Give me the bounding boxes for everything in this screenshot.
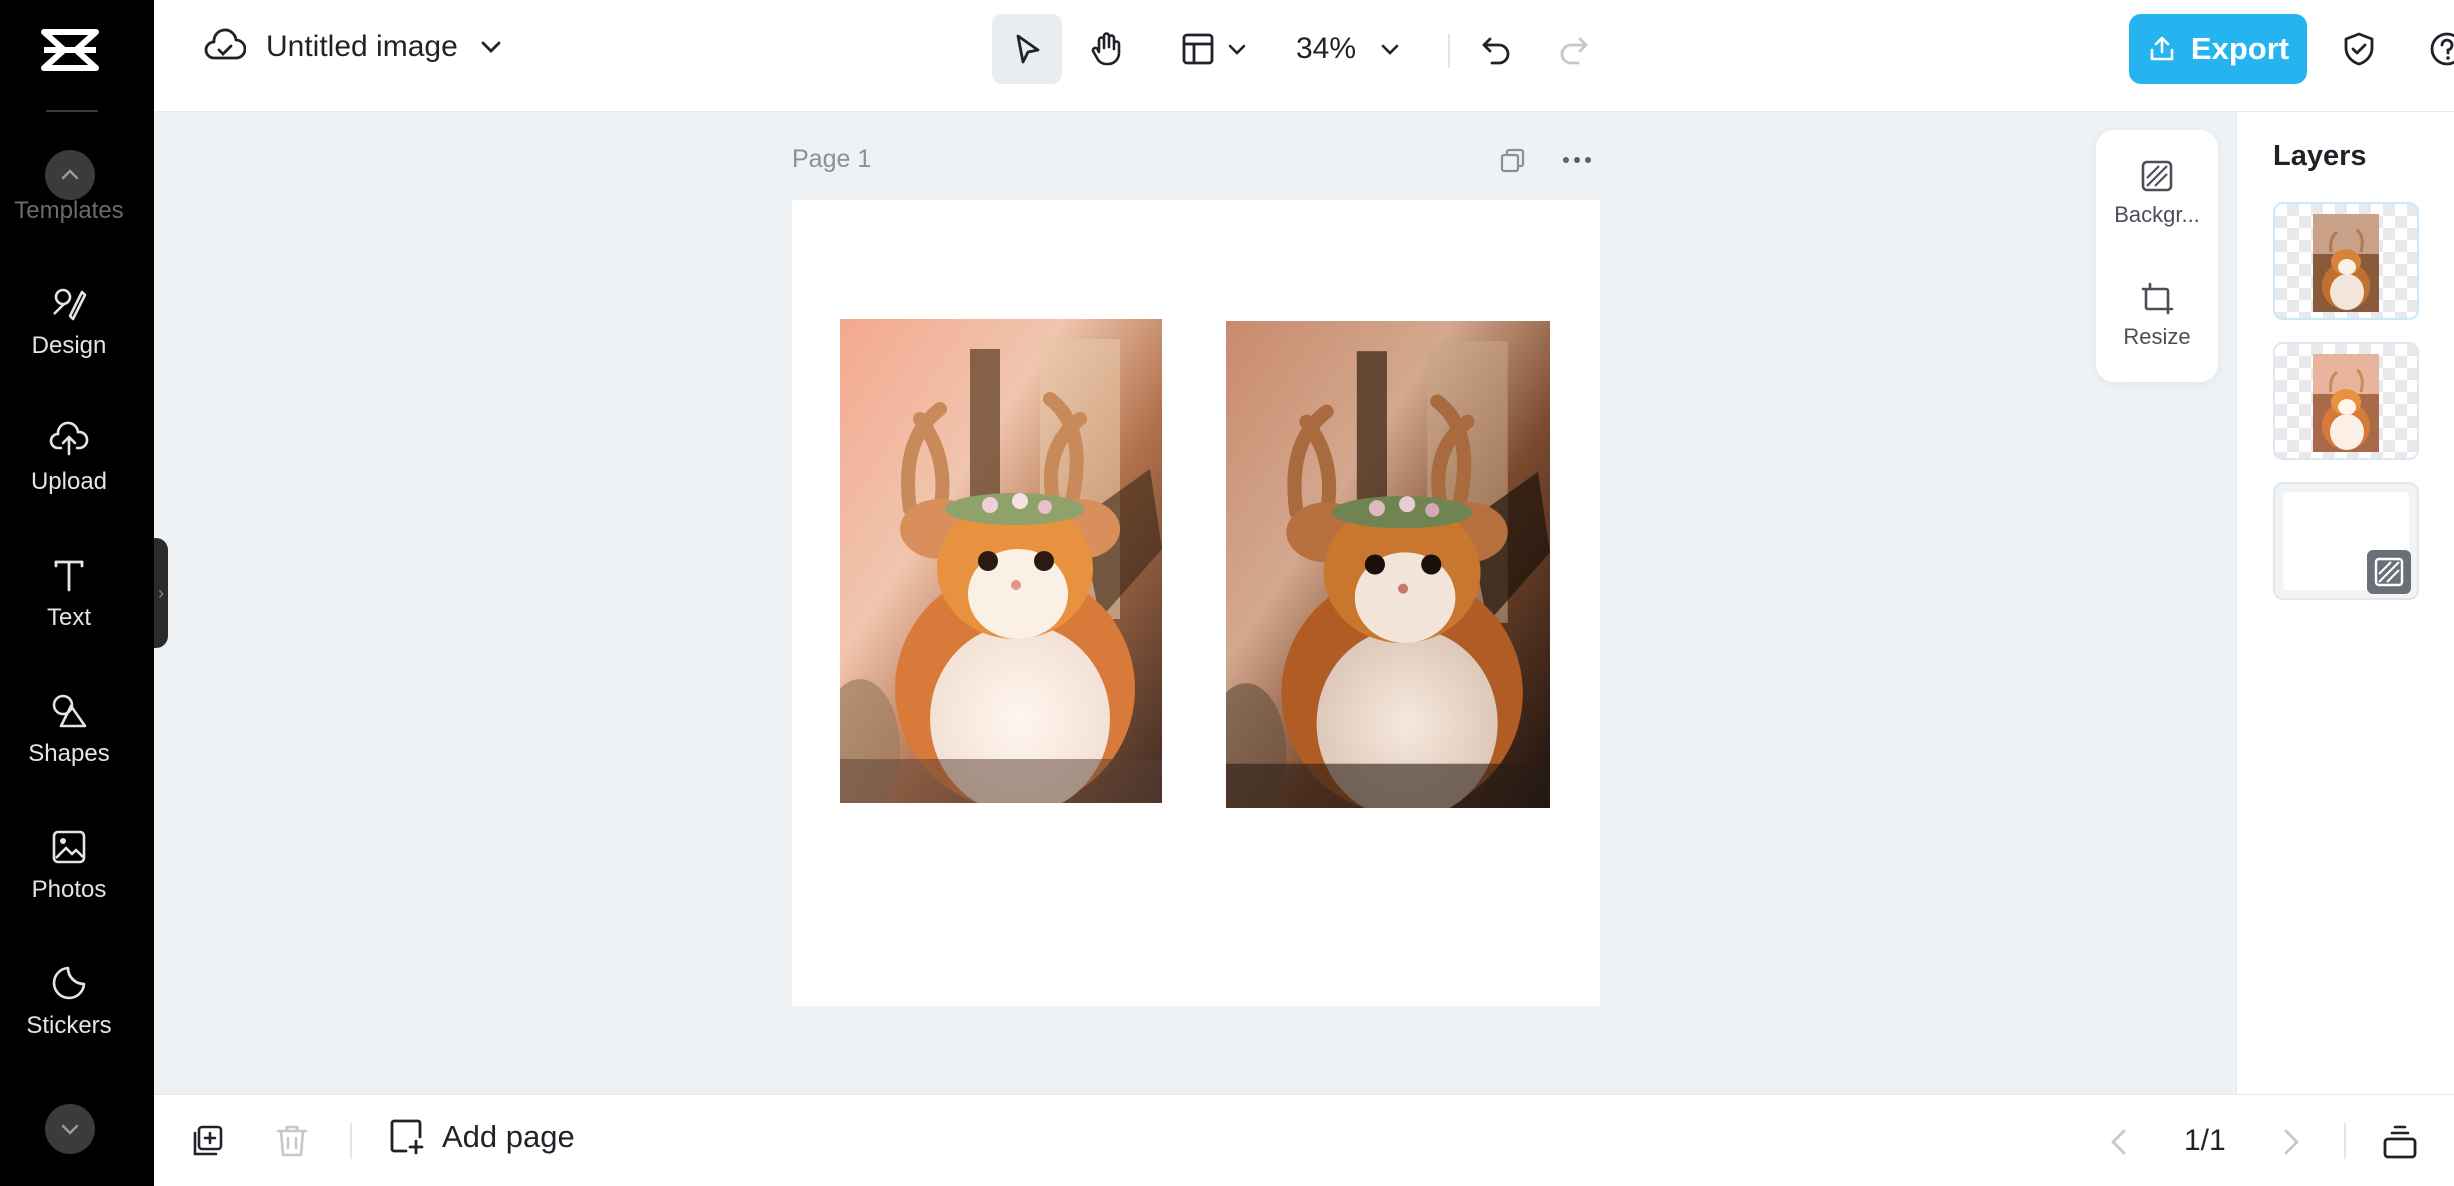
- layout-tool-button[interactable]: [1164, 14, 1264, 84]
- chevron-left-icon: [2111, 1129, 2126, 1155]
- duplicate-page-button[interactable]: [1498, 145, 1530, 177]
- page-counter: 1/1: [2184, 1124, 2226, 1157]
- hand-icon: [1091, 32, 1121, 66]
- select-tool-button[interactable]: [992, 14, 1062, 84]
- sidebar-item-label: Design: [31, 332, 107, 359]
- background-tool-button[interactable]: Backgr...: [2096, 158, 2218, 228]
- photos-icon: [52, 830, 86, 864]
- add-layer-icon: [193, 1125, 223, 1156]
- sidebar-item-shapes[interactable]: Shapes: [0, 692, 138, 768]
- chevron-right-icon: [2284, 1129, 2299, 1155]
- text-icon: [54, 560, 84, 592]
- chevron-up-icon: [61, 169, 79, 180]
- document-title[interactable]: Untitled image: [266, 30, 458, 64]
- sidebar-item-upload[interactable]: Upload: [0, 420, 138, 496]
- upload-cloud-icon: [49, 421, 89, 456]
- help-button[interactable]: [2417, 14, 2454, 84]
- redo-icon: [1560, 37, 1588, 65]
- sidebar-item-label: Shapes: [28, 740, 110, 767]
- scroll-down-button[interactable]: [45, 1104, 95, 1154]
- canvas-photo-cat-edited[interactable]: [1226, 321, 1550, 808]
- sidebar-item-label: Templates: [14, 197, 124, 224]
- layout-icon: [1182, 33, 1214, 65]
- page-manager-button[interactable]: [2380, 1119, 2420, 1163]
- bottom-bar: Add page 1/1: [154, 1094, 2454, 1186]
- design-icon: [53, 288, 87, 321]
- logo-divider: [46, 110, 98, 112]
- zoom-level: 34%: [1295, 32, 1357, 65]
- sidebar-item-text[interactable]: Text: [0, 556, 138, 632]
- left-sidebar: Templates Design Upload Text Shapes Phot…: [0, 0, 154, 1186]
- undo-icon: [1482, 37, 1510, 65]
- canvas-photo-cat-original[interactable]: [840, 319, 1162, 803]
- zoom-dropdown[interactable]: 34%: [1284, 14, 1414, 84]
- add-page-button[interactable]: Add page: [386, 1117, 575, 1157]
- more-horizontal-icon: [1563, 157, 1591, 163]
- sidebar-item-label: Stickers: [26, 1012, 112, 1039]
- top-toolbar: Untitled image 34% Export: [154, 0, 2454, 112]
- add-element-button[interactable]: [188, 1121, 228, 1161]
- resize-tool-button[interactable]: Resize: [2096, 280, 2218, 350]
- title-dropdown-icon[interactable]: [478, 34, 504, 60]
- chevron-right-icon: ›: [158, 582, 164, 603]
- background-icon: [2367, 550, 2411, 594]
- undo-button[interactable]: [1466, 14, 1526, 84]
- capcut-logo[interactable]: [38, 22, 102, 78]
- layers-title: Layers: [2273, 140, 2367, 172]
- add-page-icon: [390, 1119, 424, 1155]
- sidebar-item-design[interactable]: Design: [0, 284, 138, 360]
- page-more-button[interactable]: [1560, 145, 1596, 175]
- bottom-divider: [2344, 1123, 2346, 1159]
- toolbar-divider: [1448, 34, 1450, 68]
- background-icon: [2141, 160, 2173, 192]
- panel-collapse-handle[interactable]: ›: [154, 538, 168, 648]
- duplicate-icon: [1500, 148, 1525, 173]
- chevron-down-icon: [61, 1124, 79, 1135]
- help-icon: [2430, 32, 2454, 66]
- page-label: Page 1: [792, 145, 872, 173]
- export-button[interactable]: Export: [2129, 14, 2307, 84]
- sidebar-item-stickers[interactable]: Stickers: [0, 964, 138, 1040]
- sidebar-item-photos[interactable]: Photos: [0, 828, 138, 904]
- layers-panel: Layers: [2236, 112, 2454, 1094]
- background-tool-label: Backgr...: [2114, 202, 2200, 227]
- redo-button[interactable]: [1544, 14, 1604, 84]
- chevron-down-icon: [1228, 44, 1246, 55]
- sidebar-item-label: Photos: [31, 876, 107, 903]
- trash-icon: [276, 1125, 308, 1157]
- sidebar-item-label: Upload: [30, 468, 108, 495]
- hand-tool-button[interactable]: [1072, 14, 1142, 84]
- stickers-icon: [52, 966, 86, 1000]
- page-stack-icon: [2383, 1125, 2417, 1159]
- quick-tools-card: Backgr... Resize: [2096, 130, 2218, 382]
- delete-button[interactable]: [272, 1121, 312, 1161]
- resize-tool-label: Resize: [2123, 324, 2191, 349]
- export-icon: [2150, 36, 2174, 61]
- shield-check-icon: [2344, 32, 2374, 66]
- chevron-down-icon: [1381, 44, 1399, 55]
- bottom-divider: [350, 1123, 352, 1159]
- add-page-label: Add page: [442, 1119, 575, 1154]
- resize-icon: [2141, 282, 2174, 315]
- scroll-up-button[interactable]: [45, 150, 95, 200]
- layer-thumbnail: [2313, 214, 2379, 312]
- layer-item-photo-2[interactable]: [2273, 342, 2419, 460]
- canvas-page[interactable]: [792, 200, 1600, 1006]
- sidebar-item-templates[interactable]: Templates: [0, 197, 138, 225]
- cloud-sync-icon[interactable]: [204, 26, 246, 68]
- pointer-icon: [1016, 34, 1040, 64]
- sidebar-item-label: Text: [46, 604, 91, 631]
- shield-button[interactable]: [2329, 14, 2389, 84]
- layer-item-photo-1[interactable]: [2273, 202, 2419, 320]
- export-label: Export: [2190, 31, 2290, 66]
- layer-thumbnail: [2313, 354, 2379, 452]
- next-page-button[interactable]: [2276, 1125, 2306, 1159]
- shapes-icon: [52, 694, 87, 728]
- prev-page-button[interactable]: [2104, 1125, 2134, 1159]
- layer-item-background[interactable]: [2273, 482, 2419, 600]
- title-group: Untitled image: [204, 26, 504, 68]
